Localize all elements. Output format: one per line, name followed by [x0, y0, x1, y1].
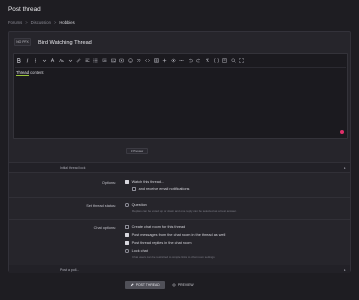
breadcrumb-forums[interactable]: Forums [8, 20, 22, 25]
drafts-icon[interactable] [222, 57, 227, 63]
post-messages-checkbox[interactable] [125, 233, 129, 237]
eye-icon [172, 283, 177, 287]
post-replies-label: Post thread replies in the chat room [131, 241, 192, 245]
preview-label: PREVIEW [177, 283, 194, 287]
undo-icon[interactable] [188, 58, 193, 63]
thread-status-label: Set thread status: [86, 204, 116, 208]
question-option[interactable]: Question [125, 203, 147, 207]
breadcrumb-separator: > [53, 20, 57, 25]
more-options-icon[interactable] [179, 58, 184, 63]
code-icon[interactable] [145, 58, 150, 63]
email-notification-checkbox[interactable] [132, 187, 136, 191]
editor-content[interactable]: Thread content [16, 70, 44, 76]
watch-thread-option[interactable]: Watch this thread... [125, 180, 164, 184]
create-chat-room-checkbox[interactable] [125, 225, 129, 229]
post-replies-checkbox[interactable] [125, 241, 129, 245]
lock-chat-hint: Chat users can be restricted to simple l… [132, 255, 215, 259]
post-thread-button[interactable]: POST THREAD [125, 281, 165, 289]
email-notification-label: and receive email notifications [138, 187, 190, 191]
preview-chip[interactable]: 3 Preview [126, 148, 148, 154]
expand-editor-icon[interactable] [239, 57, 245, 63]
post-thread-label: POST THREAD [135, 283, 160, 287]
lock-chat-label: Lock chat [131, 249, 148, 253]
email-notification-option[interactable]: and receive email notifications [132, 187, 189, 191]
post-messages-label: Post messages from the chat room in the … [131, 233, 226, 237]
thread-title-input[interactable]: Bird Watching Thread [33, 37, 348, 48]
divider [9, 172, 350, 173]
bbcode-toggle-icon[interactable] [214, 58, 219, 63]
table-icon[interactable] [153, 58, 159, 63]
font-size-icon[interactable] [59, 57, 64, 63]
editor-status-dot[interactable] [340, 130, 344, 134]
chat-options-label: Chat options: [93, 226, 116, 230]
options-label: Options: [101, 181, 116, 185]
pencil-icon [131, 283, 134, 287]
more-text-options-icon[interactable] [33, 58, 38, 63]
breadcrumb-discussion[interactable]: Discussion [31, 20, 51, 25]
expand-arrow-icon[interactable]: ▸ [344, 166, 346, 170]
insert-icon[interactable] [162, 58, 167, 63]
expand-arrow-icon[interactable]: ▸ [344, 268, 346, 272]
page-title: Post thread [8, 6, 41, 13]
post-replies-option[interactable]: Post thread replies in the chat room [125, 241, 192, 245]
question-label: Question [131, 203, 147, 207]
indent-icon[interactable] [102, 58, 107, 63]
smilie-icon[interactable] [128, 57, 133, 63]
align-icon[interactable] [85, 58, 90, 63]
media-icon[interactable] [119, 58, 124, 63]
redo-icon[interactable] [196, 58, 201, 63]
lock-chat-option[interactable]: Lock chat [125, 249, 148, 253]
initial-thread-lock-label: Initial thread lock [60, 166, 86, 170]
question-radio[interactable] [125, 203, 129, 207]
breadcrumb-separator: > [25, 20, 28, 25]
create-chat-room-option[interactable]: Create chat room for this thread [125, 225, 185, 229]
image-icon[interactable] [110, 58, 116, 63]
watch-thread-checkbox[interactable] [125, 180, 129, 184]
editor-content-highlight: Thread [16, 70, 29, 76]
prefix-selector[interactable]: NO PFX [14, 38, 31, 46]
list-icon[interactable] [93, 58, 98, 63]
watch-thread-label: Watch this thread... [131, 180, 165, 184]
remove-format-icon[interactable] [205, 58, 210, 63]
message-editor[interactable] [13, 53, 348, 139]
breadcrumb-hobbies[interactable]: Hobbies [59, 20, 74, 25]
dropdown-caret-icon[interactable] [68, 58, 73, 63]
bold-icon[interactable] [16, 57, 21, 63]
italic-icon[interactable] [25, 57, 30, 63]
link-icon[interactable] [76, 58, 81, 63]
divider [9, 219, 350, 220]
lock-chat-radio[interactable] [125, 249, 129, 253]
editor-toolbar [14, 56, 345, 64]
editor-content-rest: content [28, 70, 44, 75]
divider [9, 197, 350, 198]
toolbar-divider [15, 67, 346, 68]
post-messages-option[interactable]: Post messages from the chat room in the … [125, 233, 225, 237]
quote-icon[interactable] [136, 58, 141, 63]
preview-toggle-icon[interactable] [231, 58, 236, 63]
spoiler-icon[interactable] [170, 58, 176, 63]
create-chat-room-label: Create chat room for this thread [131, 225, 186, 229]
question-hint: Replies can be voted up or down and one … [132, 209, 237, 213]
post-poll-label: Post a poll... [60, 268, 80, 272]
breadcrumb: Forums > Discussion > Hobbies [8, 20, 75, 25]
preview-button[interactable]: PREVIEW [168, 281, 198, 289]
text-color-icon[interactable] [50, 57, 55, 63]
dropdown-caret-icon[interactable] [42, 58, 47, 63]
